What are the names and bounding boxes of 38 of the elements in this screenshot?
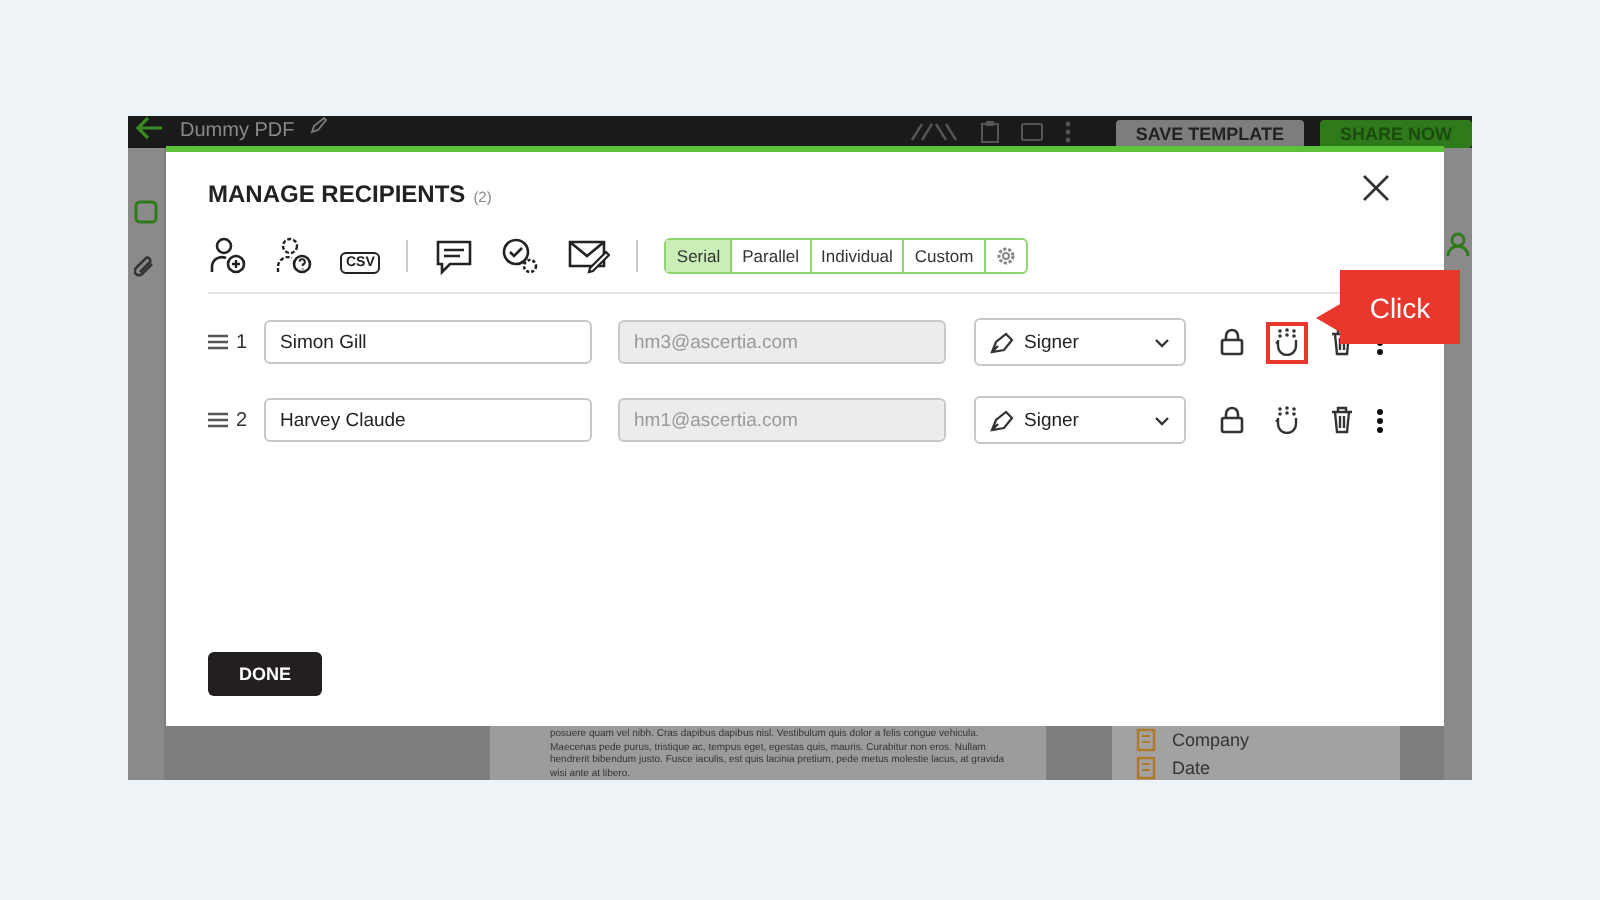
back-arrow-icon[interactable]	[136, 116, 164, 140]
close-icon[interactable]	[1362, 174, 1390, 202]
name-field[interactable]: Simon Gill	[264, 320, 592, 364]
click-tooltip: Click	[1316, 270, 1460, 344]
edit-icon[interactable]	[310, 116, 329, 134]
field-label[interactable]: Date	[1172, 757, 1211, 779]
mail-edit-icon[interactable]	[566, 238, 611, 274]
attachment-icon[interactable]	[134, 256, 158, 280]
field-label[interactable]: Company	[1172, 729, 1250, 751]
done-button[interactable]: DONE	[208, 652, 322, 696]
pen-icon	[990, 331, 1014, 353]
save-template-button[interactable]: SAVE TEMPLATE	[1115, 120, 1304, 148]
caret-icon	[1154, 415, 1170, 425]
gesture-button[interactable]	[1266, 321, 1308, 363]
field-icon	[1136, 756, 1156, 780]
caret-icon	[1154, 337, 1170, 347]
dialog-title: MANAGE RECIPIENTS	[208, 180, 466, 208]
user-question-icon[interactable]	[274, 236, 314, 276]
more-icon[interactable]	[1376, 407, 1384, 433]
drag-handle-icon[interactable]	[208, 334, 228, 350]
delete-icon[interactable]	[1330, 406, 1354, 434]
check-settings-icon[interactable]	[500, 236, 541, 276]
pen-icon	[990, 409, 1014, 431]
clipboard-icon[interactable]	[979, 120, 1000, 144]
document-title: Dummy PDF	[180, 118, 295, 142]
mode-tab[interactable]: Serial	[666, 240, 733, 272]
field-icon	[1136, 728, 1156, 752]
order-number: 2	[236, 409, 250, 431]
drag-handle-icon[interactable]	[208, 412, 228, 428]
lock-icon[interactable]	[1220, 328, 1244, 356]
role-dropdown[interactable]: Signer	[974, 318, 1186, 366]
name-field[interactable]: Harvey Claude	[264, 398, 592, 442]
add-user-icon[interactable]	[208, 236, 248, 276]
comment-icon[interactable]	[434, 237, 475, 275]
role-dropdown[interactable]: Signer	[974, 396, 1186, 444]
settings-icon[interactable]	[993, 244, 1018, 268]
order-number: 1	[236, 331, 250, 353]
lock-icon[interactable]	[1220, 406, 1244, 434]
